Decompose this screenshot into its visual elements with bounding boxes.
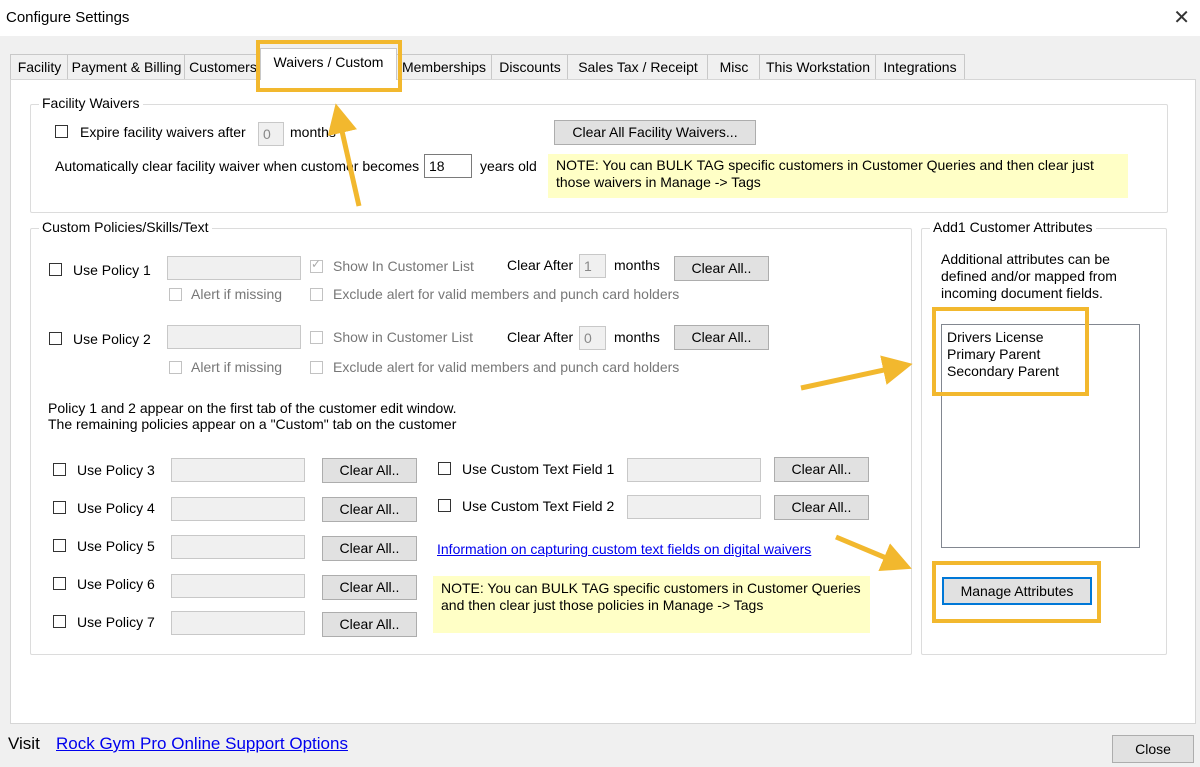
annotation-arrows bbox=[327, 103, 913, 572]
arrow-to-tab bbox=[327, 103, 362, 207]
tab-waivers-custom[interactable]: Waivers / Custom bbox=[260, 48, 397, 80]
arrow-to-manage-button bbox=[835, 534, 912, 572]
arrow-to-attributes-list bbox=[800, 355, 913, 391]
